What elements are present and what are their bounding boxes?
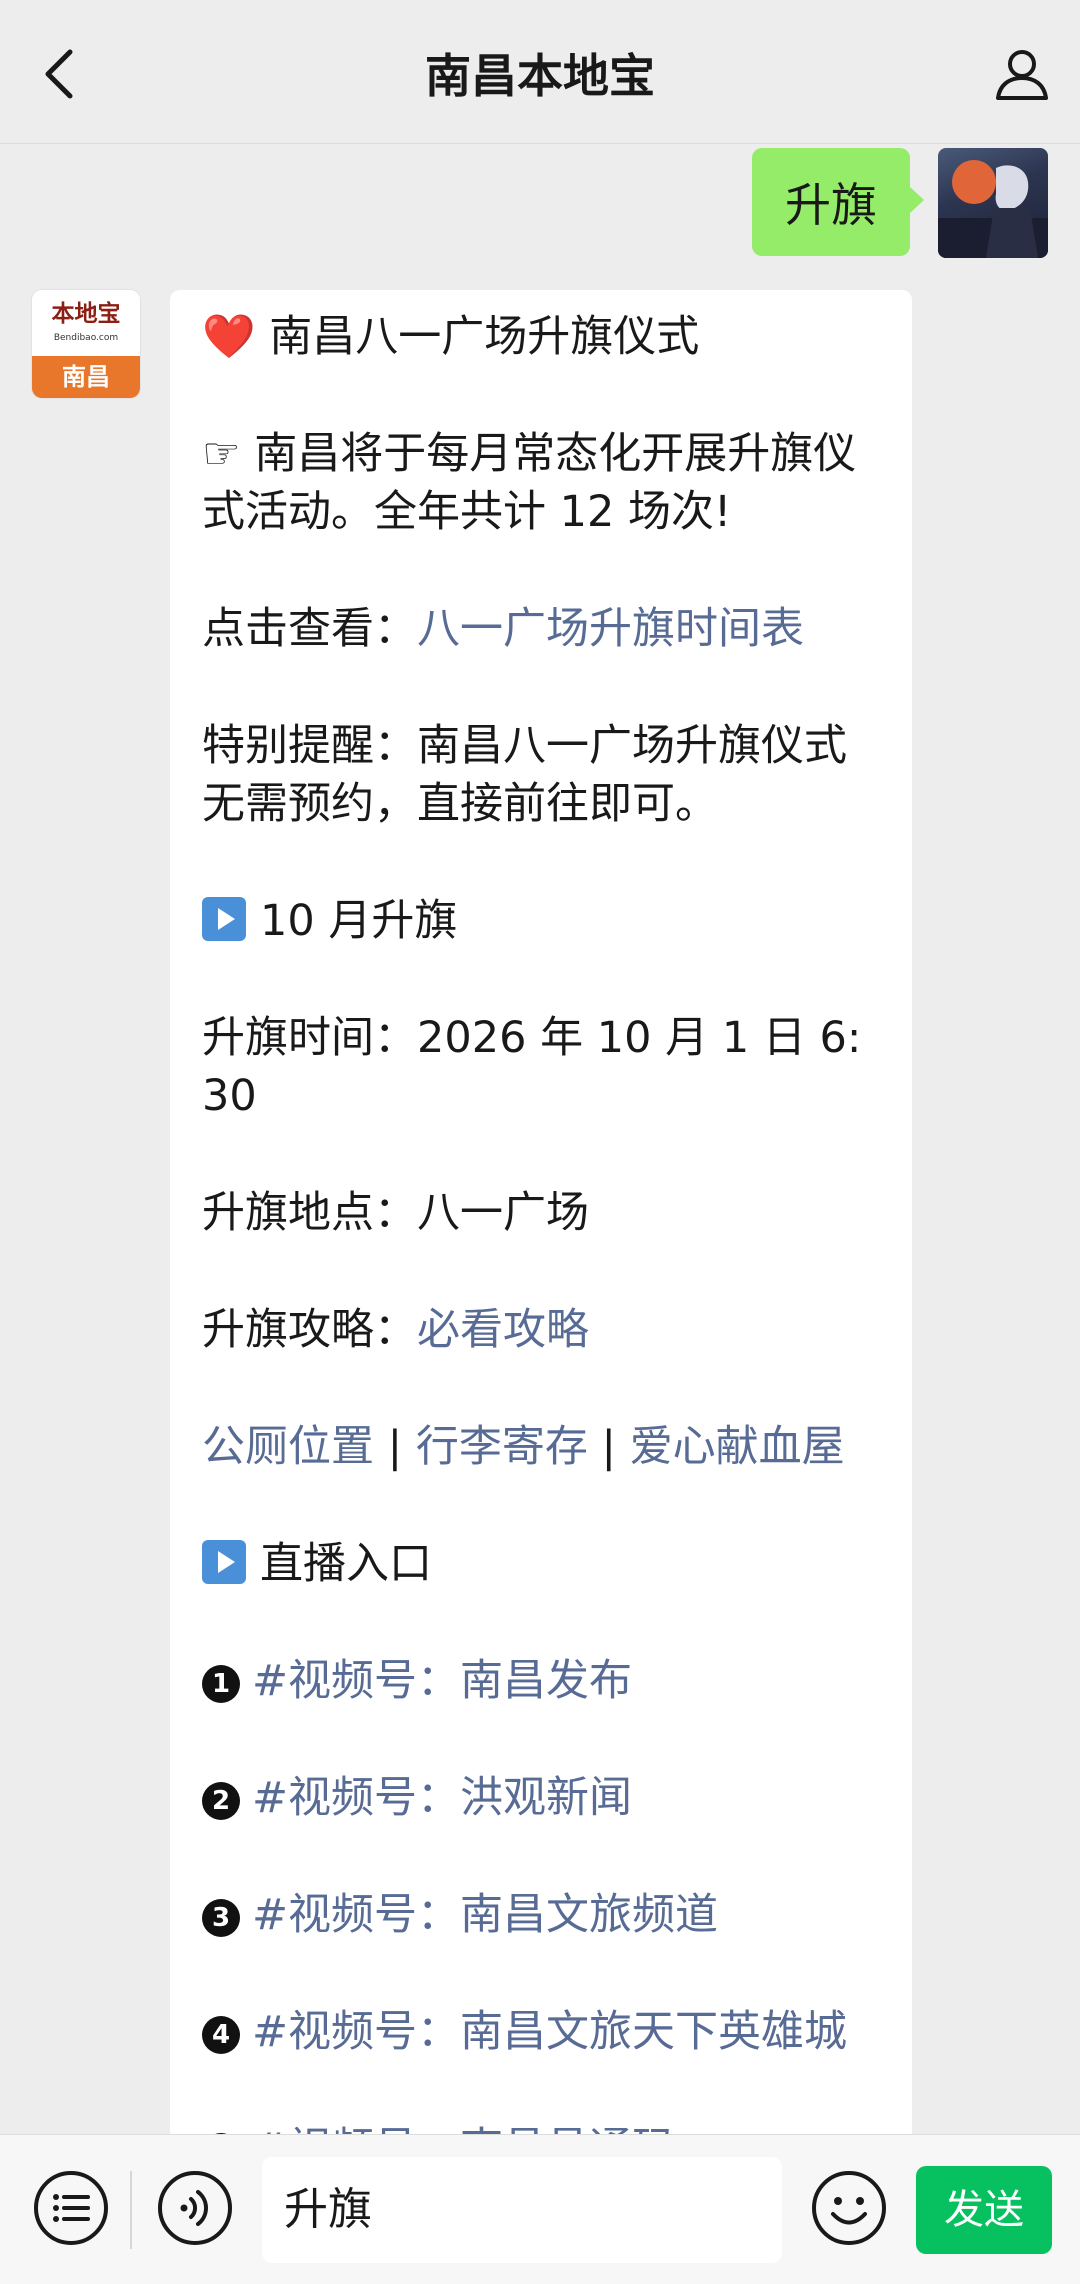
play-icon [202,897,246,941]
blood-donation-link[interactable]: 爱心献血屋 [630,1422,845,1472]
link-separator: | [601,1422,617,1472]
toolbar-divider [130,2171,132,2249]
avatar-logo-top: 本地宝 Bendibao.com [32,290,140,356]
profile-button[interactable] [986,38,1058,110]
live-entry: 1 #视频号：南昌发布 [202,1652,880,1710]
message-intro: ☞ 南昌将于每月常态化开展升旗仪式活动。全年共计 12 场次! [202,425,880,541]
live-entry: 3 #视频号：南昌文旅频道 [202,1886,880,1944]
place-line: 升旗地点：八一广场 [202,1188,589,1238]
live-entry: 2 #视频号：洪观新闻 [202,1769,880,1827]
voice-icon [158,2171,232,2245]
live-entry-link[interactable]: #视频号：南昌发布 [252,1656,632,1706]
emoji-button[interactable] [810,2169,888,2247]
live-entry-link[interactable]: #视频号：洪观新闻 [252,1773,632,1823]
guide-label: 升旗攻略： [202,1305,417,1355]
section-october: 10 月升旗 [202,892,880,950]
menu-button[interactable] [32,2169,110,2247]
smile-icon [812,2171,886,2245]
live-entry-link[interactable]: #视频号：南昌文旅频道 [252,1890,718,1940]
avatar-domain-text: Bendibao.com [53,333,119,343]
number-badge-icon: 3 [202,1899,240,1937]
user-icon [996,50,1048,100]
message-input[interactable]: 升旗 [262,2157,782,2263]
input-toolbar: 升旗 发送 [0,2134,1080,2284]
schedule-line: 点击查看：八一广场升旗时间表 [202,600,880,658]
reminder-text: 特别提醒：南昌八一广场升旗仪式无需预约，直接前往即可。 [202,721,847,829]
avatar-brand-text: 本地宝 [51,300,121,327]
intro-text: 南昌将于每月常态化开展升旗仪式活动。全年共计 12 场次! [202,429,857,537]
pointing-hand-icon: ☞ [202,429,241,479]
list-icon [34,2171,108,2245]
user-message-bubble[interactable]: 升旗 [752,148,924,256]
guide-line: 升旗攻略：必看攻略 [202,1301,880,1359]
time-line: 升旗时间：2026 年 10 月 1 日 6:30 [202,1013,862,1121]
section-live: 直播入口 [202,1535,880,1593]
avatar-image [938,160,1048,258]
live-entry: 4 #视频号：南昌文旅天下英雄城 [202,2003,880,2061]
luggage-storage-link[interactable]: 行李寄存 [416,1422,588,1472]
chevron-left-icon [45,49,73,99]
back-button[interactable] [24,38,96,110]
voice-button[interactable] [156,2169,234,2247]
page-title: 南昌本地宝 [425,49,655,103]
play-icon [202,1540,246,1584]
section-live-title: 直播入口 [260,1539,432,1589]
avatar-city-text: 南昌 [32,356,140,398]
toilet-location-link[interactable]: 公厕位置 [202,1422,374,1472]
headline-text: 南昌八一广场升旗仪式 [269,312,700,362]
live-entry-link[interactable]: #视频号：南昌文旅天下英雄城 [252,2007,847,2057]
message-headline: ❤️ 南昌八一广场升旗仪式 [202,308,880,366]
send-button[interactable]: 发送 [916,2166,1052,2254]
link-separator: | [387,1422,403,1472]
user-message-text: 升旗 [785,178,877,232]
user-avatar[interactable] [938,148,1048,258]
number-badge-icon: 4 [202,2016,240,2054]
bot-message-bubble: ❤️ 南昌八一广场升旗仪式 ☞ 南昌将于每月常态化开展升旗仪式活动。全年共计 1… [170,290,912,2150]
schedule-label: 点击查看： [202,604,417,654]
facility-links: 公厕位置 | 行李寄存 | 爱心献血屋 [202,1418,880,1476]
guide-link[interactable]: 必看攻略 [417,1305,589,1355]
top-bar: 南昌本地宝 [0,0,1080,144]
official-account-avatar[interactable]: 本地宝 Bendibao.com 南昌 [32,290,140,398]
section-october-title: 10 月升旗 [260,896,458,946]
number-badge-icon: 1 [202,1665,240,1703]
schedule-link[interactable]: 八一广场升旗时间表 [417,604,804,654]
heart-icon: ❤️ [202,312,256,362]
number-badge-icon: 2 [202,1782,240,1820]
